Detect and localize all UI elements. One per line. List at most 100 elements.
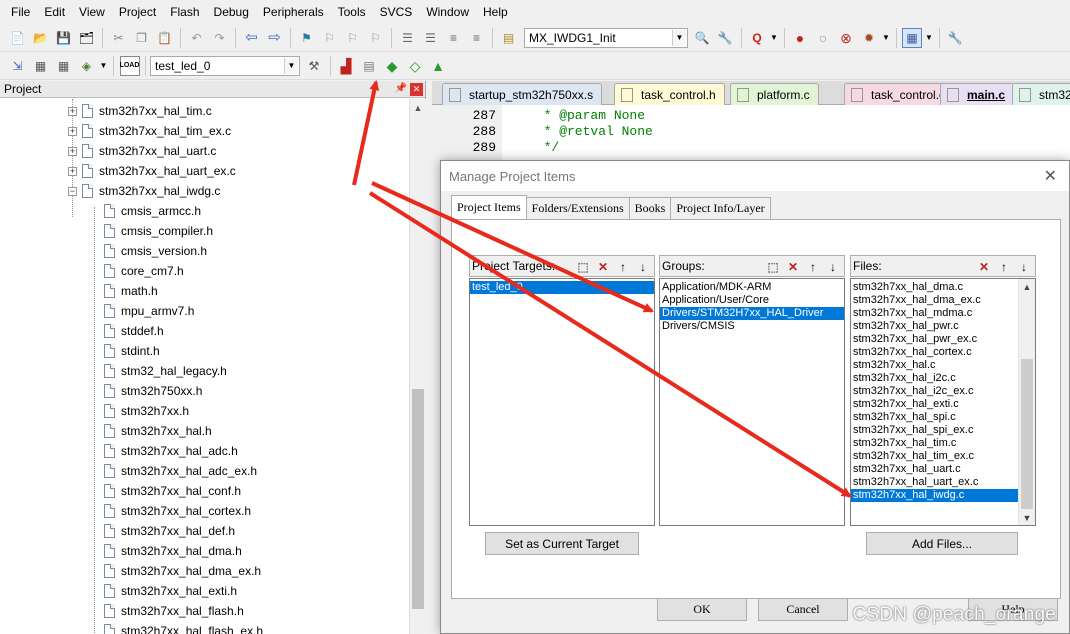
bookmark-clear-icon[interactable]: ⚐ [366, 28, 386, 48]
find-in-files-icon[interactable]: ▤ [499, 28, 519, 48]
debug-session-icon[interactable]: Q [747, 28, 767, 48]
unindent-icon[interactable]: ☰ [421, 28, 441, 48]
scroll-up-icon[interactable]: ▲ [1019, 279, 1035, 294]
menu-peripherals[interactable]: Peripherals [256, 0, 331, 24]
scrollbar-thumb[interactable] [412, 389, 424, 609]
editor-tab[interactable]: main.c [940, 83, 1015, 105]
pack-update-icon[interactable]: ▲ [428, 56, 448, 76]
files-list[interactable]: stm32h7xx_hal_dma.c stm32h7xx_hal_dma_ex.… [850, 278, 1036, 526]
files-list-item[interactable]: stm32h7xx_hal.c [851, 359, 1018, 372]
tree-item[interactable]: stm32h7xx_hal_adc_ex.h [104, 461, 257, 481]
tree-item[interactable]: + stm32h7xx_hal_uart.c [68, 141, 216, 161]
tree-item[interactable]: core_cm7.h [104, 261, 184, 281]
tree-item[interactable]: stm32h7xx_hal_flash_ex.h [104, 621, 263, 634]
tree-item[interactable]: + stm32h7xx_hal_tim_ex.c [68, 121, 231, 141]
collapse-icon[interactable]: − [68, 186, 77, 196]
delete-icon[interactable]: ✕ [594, 258, 612, 275]
project-targets-list[interactable]: test_led_0 [469, 278, 655, 526]
tree-item[interactable]: mpu_armv7.h [104, 301, 194, 321]
menu-tools[interactable]: Tools [331, 0, 373, 24]
files-list-item[interactable]: stm32h7xx_hal_cortex.c [851, 346, 1018, 359]
files-list-item[interactable]: stm32h7xx_hal_spi.c [851, 411, 1018, 424]
breakpoint-icon[interactable]: ● [790, 28, 810, 48]
set-current-target-button[interactable]: Set as Current Target [485, 532, 639, 555]
move-up-icon[interactable]: ↑ [995, 258, 1013, 275]
expand-icon[interactable]: + [68, 166, 77, 176]
tree-item[interactable]: stm32h7xx_hal_def.h [104, 521, 235, 541]
copy-icon[interactable]: ❐ [132, 28, 152, 48]
files-list-item[interactable]: stm32h7xx_hal_dma.c [851, 281, 1018, 294]
scrollbar-thumb[interactable] [1021, 359, 1033, 509]
menu-file[interactable]: File [4, 0, 37, 24]
close-icon[interactable]: ✕ [410, 83, 423, 96]
tree-item[interactable]: stm32h7xx.h [104, 401, 189, 421]
target-options-icon[interactable]: ⚒ [304, 56, 324, 76]
dialog-tab[interactable]: Project Info/Layer [670, 197, 771, 219]
menu-help[interactable]: Help [476, 0, 515, 24]
menu-svcs[interactable]: SVCS [373, 0, 420, 24]
breakpoint-kill-icon[interactable]: ⊗ [836, 28, 856, 48]
chevron-down-icon[interactable]: ▼ [770, 28, 778, 48]
tree-item[interactable]: stm32h7xx_hal_conf.h [104, 481, 241, 501]
translate-icon[interactable]: ⇲ [8, 56, 28, 76]
editor-tab[interactable]: stm32 [1012, 83, 1070, 105]
manage-components-icon[interactable]: ▟ [336, 56, 356, 76]
tree-item[interactable]: cmsis_armcc.h [104, 201, 201, 221]
chevron-down-icon[interactable]: ▼ [284, 57, 298, 74]
files-list-item[interactable]: stm32h7xx_hal_pwr_ex.c [851, 333, 1018, 346]
undo-icon[interactable]: ↶ [187, 28, 207, 48]
project-tree-scrollbar[interactable]: ▲ [409, 99, 426, 634]
menu-project[interactable]: Project [112, 0, 163, 24]
files-list-item[interactable]: stm32h7xx_hal_exti.c [851, 398, 1018, 411]
tree-item[interactable]: stddef.h [104, 321, 164, 341]
editor-tab[interactable]: platform.c [730, 83, 819, 105]
new-item-icon[interactable]: ⬚ [764, 258, 782, 275]
batch-build-icon[interactable]: ◈ [77, 56, 97, 76]
function-combo[interactable]: MX_IWDG1_Init ▼ [524, 27, 688, 48]
download-icon[interactable]: LOAD [119, 55, 140, 76]
groups-list[interactable]: Application/MDK-ARM Application/User/Core… [659, 278, 845, 526]
tree-item[interactable]: + stm32h7xx_hal_tim.c [68, 101, 212, 121]
files-list-item[interactable]: stm32h7xx_hal_uart_ex.c [851, 476, 1018, 489]
tree-item[interactable]: stm32h7xx_hal_dma_ex.h [104, 561, 261, 581]
paste-icon[interactable]: 📋 [155, 28, 175, 48]
pack-installer-icon[interactable]: ◆ [382, 56, 402, 76]
scroll-down-icon[interactable]: ▼ [1019, 510, 1035, 525]
build-icon[interactable]: ▦ [31, 56, 51, 76]
chevron-down-icon[interactable]: ▼ [882, 28, 890, 48]
delete-icon[interactable]: ✕ [975, 258, 993, 275]
move-down-icon[interactable]: ↓ [824, 258, 842, 275]
files-list-scrollbar[interactable]: ▲ ▼ [1018, 279, 1035, 525]
redo-icon[interactable]: ↷ [210, 28, 230, 48]
files-list-item[interactable]: stm32h7xx_hal_spi_ex.c [851, 424, 1018, 437]
groups-list-item[interactable]: Drivers/STM32H7xx_HAL_Driver [660, 307, 844, 320]
chevron-down-icon[interactable]: ▼ [100, 56, 108, 76]
uncomment-icon[interactable]: ≡ [467, 28, 487, 48]
dialog-tab[interactable]: Folders/Extensions [525, 197, 630, 219]
editor-tab[interactable]: task_control.c [844, 83, 955, 105]
move-up-icon[interactable]: ↑ [804, 258, 822, 275]
tree-item[interactable]: math.h [104, 281, 158, 301]
add-files-button[interactable]: Add Files... [866, 532, 1018, 555]
expand-icon[interactable]: + [68, 106, 77, 116]
save-all-icon[interactable]: 🗂 [77, 28, 97, 48]
tree-item[interactable]: stm32h7xx_hal_flash.h [104, 601, 244, 621]
pin-icon[interactable]: 📌 [395, 83, 407, 94]
editor-tab[interactable]: task_control.h [614, 83, 725, 105]
menu-window[interactable]: Window [419, 0, 476, 24]
scroll-up-icon[interactable]: ▲ [410, 99, 426, 116]
open-folder-icon[interactable]: 📂 [31, 28, 51, 48]
groups-list-item[interactable]: Drivers/CMSIS [660, 320, 844, 333]
new-file-icon[interactable]: 📄 [8, 28, 28, 48]
move-down-icon[interactable]: ↓ [1015, 258, 1033, 275]
chevron-down-icon[interactable]: ▼ [672, 29, 686, 46]
files-list-item[interactable]: stm32h7xx_hal_tim.c [851, 437, 1018, 450]
tree-item[interactable]: stm32h7xx_hal.h [104, 421, 212, 441]
files-list-item[interactable]: stm32h7xx_hal_tim_ex.c [851, 450, 1018, 463]
tree-item[interactable]: stm32h7xx_hal_cortex.h [104, 501, 251, 521]
move-down-icon[interactable]: ↓ [634, 258, 652, 275]
expand-icon[interactable]: + [68, 126, 77, 136]
configure-wrench-icon[interactable]: 🔧 [945, 28, 965, 48]
rebuild-icon[interactable]: ▦ [54, 56, 74, 76]
tree-item[interactable]: stdint.h [104, 341, 160, 361]
